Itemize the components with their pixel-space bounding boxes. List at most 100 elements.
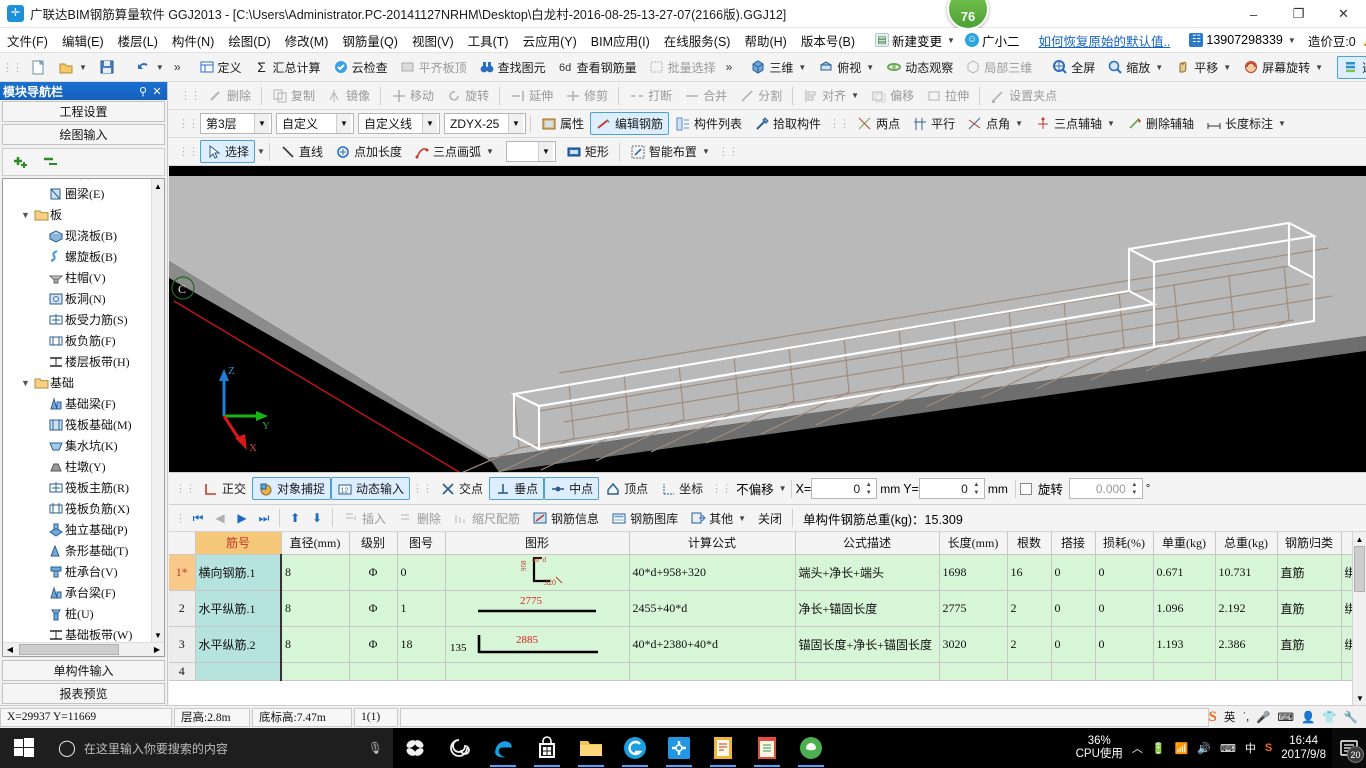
cloud-check-button[interactable]: 云检查 xyxy=(327,56,394,79)
batch-select-button[interactable]: 批量选择 xyxy=(643,56,722,79)
taskbar-app-explorer[interactable] xyxy=(569,728,613,768)
zoom-chevron-down-icon[interactable]: ▼ xyxy=(1155,63,1163,72)
keyboard-icon[interactable]: ⌨ xyxy=(1277,710,1294,724)
copy-button[interactable]: 复制 xyxy=(266,84,321,107)
next-row-icon[interactable]: ▶ xyxy=(231,511,253,525)
summary-calc-button[interactable]: Σ 汇总计算 xyxy=(248,56,327,79)
top-view-button[interactable]: 俯视 ▼ xyxy=(812,56,880,79)
taskbar-app-glodon[interactable] xyxy=(613,728,657,768)
line-tool-button[interactable]: 直线 xyxy=(274,140,329,163)
menu-tools[interactable]: 工具(T) xyxy=(461,28,516,53)
cell-total-weight[interactable]: 2.192 xyxy=(1215,590,1278,627)
set-grip-button[interactable]: 设置夹点 xyxy=(984,84,1063,107)
tree-item-14[interactable]: 柱墩(Y) xyxy=(3,456,151,477)
th-rebar-no[interactable]: 筋号 xyxy=(195,532,282,555)
save-button[interactable] xyxy=(93,56,121,79)
cell-loss[interactable]: 0 xyxy=(1095,626,1154,663)
volume-icon[interactable]: 🔊 xyxy=(1197,742,1211,755)
cell-empty[interactable] xyxy=(1007,662,1052,681)
cell-rebar-name[interactable]: 水平纵筋.2 xyxy=(195,626,282,663)
cell-loss[interactable]: 0 xyxy=(1095,554,1154,591)
single-member-input-button[interactable]: 单构件输入 xyxy=(2,660,165,681)
cell-empty[interactable] xyxy=(629,662,796,681)
cell-shape[interactable]: 40*d 958 320 xyxy=(445,554,630,591)
tree-hscroll-thumb[interactable] xyxy=(19,644,119,655)
new-change-button[interactable]: ▤ 新建变更 ▼ xyxy=(870,29,960,52)
th-unit-weight[interactable]: 单重(kg) xyxy=(1153,532,1216,555)
th-grade[interactable]: 级别 xyxy=(349,532,398,555)
menu-floor[interactable]: 楼层(L) xyxy=(111,28,165,53)
define-button[interactable]: 定义 xyxy=(193,56,248,79)
cell-row-no[interactable]: 3 xyxy=(169,626,196,663)
account-chevron-down-icon[interactable]: ▼ xyxy=(1288,36,1296,45)
perpendicular-snap-toggle[interactable]: 垂点 xyxy=(489,477,545,500)
table-row-partial[interactable]: 4 xyxy=(169,662,1366,681)
point-length-tool-button[interactable]: 点加长度 xyxy=(329,140,408,163)
select-tool-chevron-down-icon[interactable]: ▼ xyxy=(257,147,265,156)
merge-button[interactable]: 合并 xyxy=(678,84,733,107)
rebar-library-button[interactable]: 钢筋图库 xyxy=(605,507,684,530)
cell-lap[interactable]: 0 xyxy=(1051,626,1096,663)
modify-toolbar-gripper[interactable]: ⋮⋮ xyxy=(178,89,202,102)
y-input[interactable]: 0 ▲ ▼ xyxy=(918,478,985,499)
clock[interactable]: 16:44 2017/9/8 xyxy=(1281,734,1326,762)
tree-scroll-left-icon[interactable]: ◀ xyxy=(3,645,17,654)
length-dim-chevron-down-icon[interactable]: ▼ xyxy=(1278,119,1286,128)
point-angle-chevron-down-icon[interactable]: ▼ xyxy=(1015,119,1023,128)
arc-chevron-down-icon[interactable]: ▼ xyxy=(486,147,494,156)
tree-item-16[interactable]: 筏板负筋(X) xyxy=(3,498,151,519)
cell-formula[interactable]: 40*d+958+320 xyxy=(629,554,796,591)
cell-formula[interactable]: 2455+40*d xyxy=(629,590,796,627)
cell-unit-weight[interactable]: 0.671 xyxy=(1153,554,1216,591)
tray-expand-icon[interactable]: ︿ xyxy=(1132,740,1143,756)
cell-fig-no[interactable]: 0 xyxy=(397,554,446,591)
toolbar-overflow-2[interactable]: » xyxy=(722,60,737,74)
fullscreen-button[interactable]: 全屏 xyxy=(1046,56,1101,79)
split-button[interactable]: 分割 xyxy=(733,84,788,107)
score-badge[interactable]: 76 xyxy=(947,0,989,30)
category-combo-chevron-down-icon[interactable]: ▼ xyxy=(336,114,351,133)
other-button[interactable]: 其他 ▼ xyxy=(684,507,752,530)
move-up-icon[interactable]: ⬆ xyxy=(284,511,306,525)
cell-empty[interactable] xyxy=(939,662,1008,681)
tree-item-5[interactable]: 柱帽(V) xyxy=(3,267,151,288)
cell-empty[interactable] xyxy=(445,662,630,681)
cell-class[interactable]: 直筋 xyxy=(1277,554,1342,591)
three-point-arc-button[interactable]: 三点画弧 ▼ xyxy=(408,140,500,163)
microphone-icon[interactable]: 🎤 xyxy=(1256,710,1270,724)
cell-loss[interactable]: 0 xyxy=(1095,590,1154,627)
cell-shape[interactable]: 2775 xyxy=(445,590,630,627)
cell-fig-no[interactable]: 18 xyxy=(397,626,446,663)
member-toolbar-gripper[interactable]: ⋮⋮ xyxy=(176,117,200,130)
three-point-chevron-down-icon[interactable]: ▼ xyxy=(1107,119,1115,128)
th-class[interactable]: 钢筋归类 xyxy=(1277,532,1342,555)
cell-unit-weight[interactable]: 1.096 xyxy=(1153,590,1216,627)
edit-rebar-button[interactable]: 编辑钢筋 xyxy=(590,112,670,135)
th-length[interactable]: 长度(mm) xyxy=(939,532,1008,555)
tip-link[interactable]: 如何恢复原始的默认值.. xyxy=(1032,29,1176,52)
pick-member-button[interactable]: 拾取构件 xyxy=(748,112,827,135)
undo-chevron-down-icon[interactable]: ▼ xyxy=(156,63,164,72)
close-button[interactable]: ✕ xyxy=(1321,0,1366,28)
toolbar-gripper[interactable]: ⋮⋮ xyxy=(0,61,24,74)
select-floor-button[interactable]: 选择楼层 xyxy=(1337,55,1366,79)
last-row-icon[interactable]: ⏭ xyxy=(253,511,275,526)
taskbar-app-calendar[interactable] xyxy=(745,728,789,768)
ime-skin-icon[interactable]: 👕 xyxy=(1322,710,1336,724)
cell-empty[interactable] xyxy=(1277,662,1342,681)
tree-horizontal-scrollbar[interactable]: ◀ ▶ xyxy=(3,642,164,656)
expand-all-icon[interactable] xyxy=(11,153,31,172)
move-button[interactable]: 移动 xyxy=(385,84,440,107)
cell-grade[interactable]: Φ xyxy=(349,554,398,591)
trim-button[interactable]: 修剪 xyxy=(559,84,614,107)
rotate-button[interactable]: 旋转 xyxy=(440,84,495,107)
wifi-icon[interactable]: 📶 xyxy=(1175,742,1189,755)
midpoint-snap-toggle[interactable]: 中点 xyxy=(544,477,600,500)
taskbar-app-notepad[interactable] xyxy=(701,728,745,768)
axis-toolbar-gripper[interactable]: ⋮⋮ xyxy=(827,117,851,130)
menu-rebar-qty[interactable]: 钢筋量(Q) xyxy=(335,28,405,53)
cell-row-no[interactable]: 2 xyxy=(169,590,196,627)
snapbar-gripper-3[interactable]: ⋮⋮ xyxy=(709,482,733,495)
taskbar-app-browser[interactable] xyxy=(789,728,833,768)
cell-formula[interactable]: 40*d+2380+40*d xyxy=(629,626,796,663)
